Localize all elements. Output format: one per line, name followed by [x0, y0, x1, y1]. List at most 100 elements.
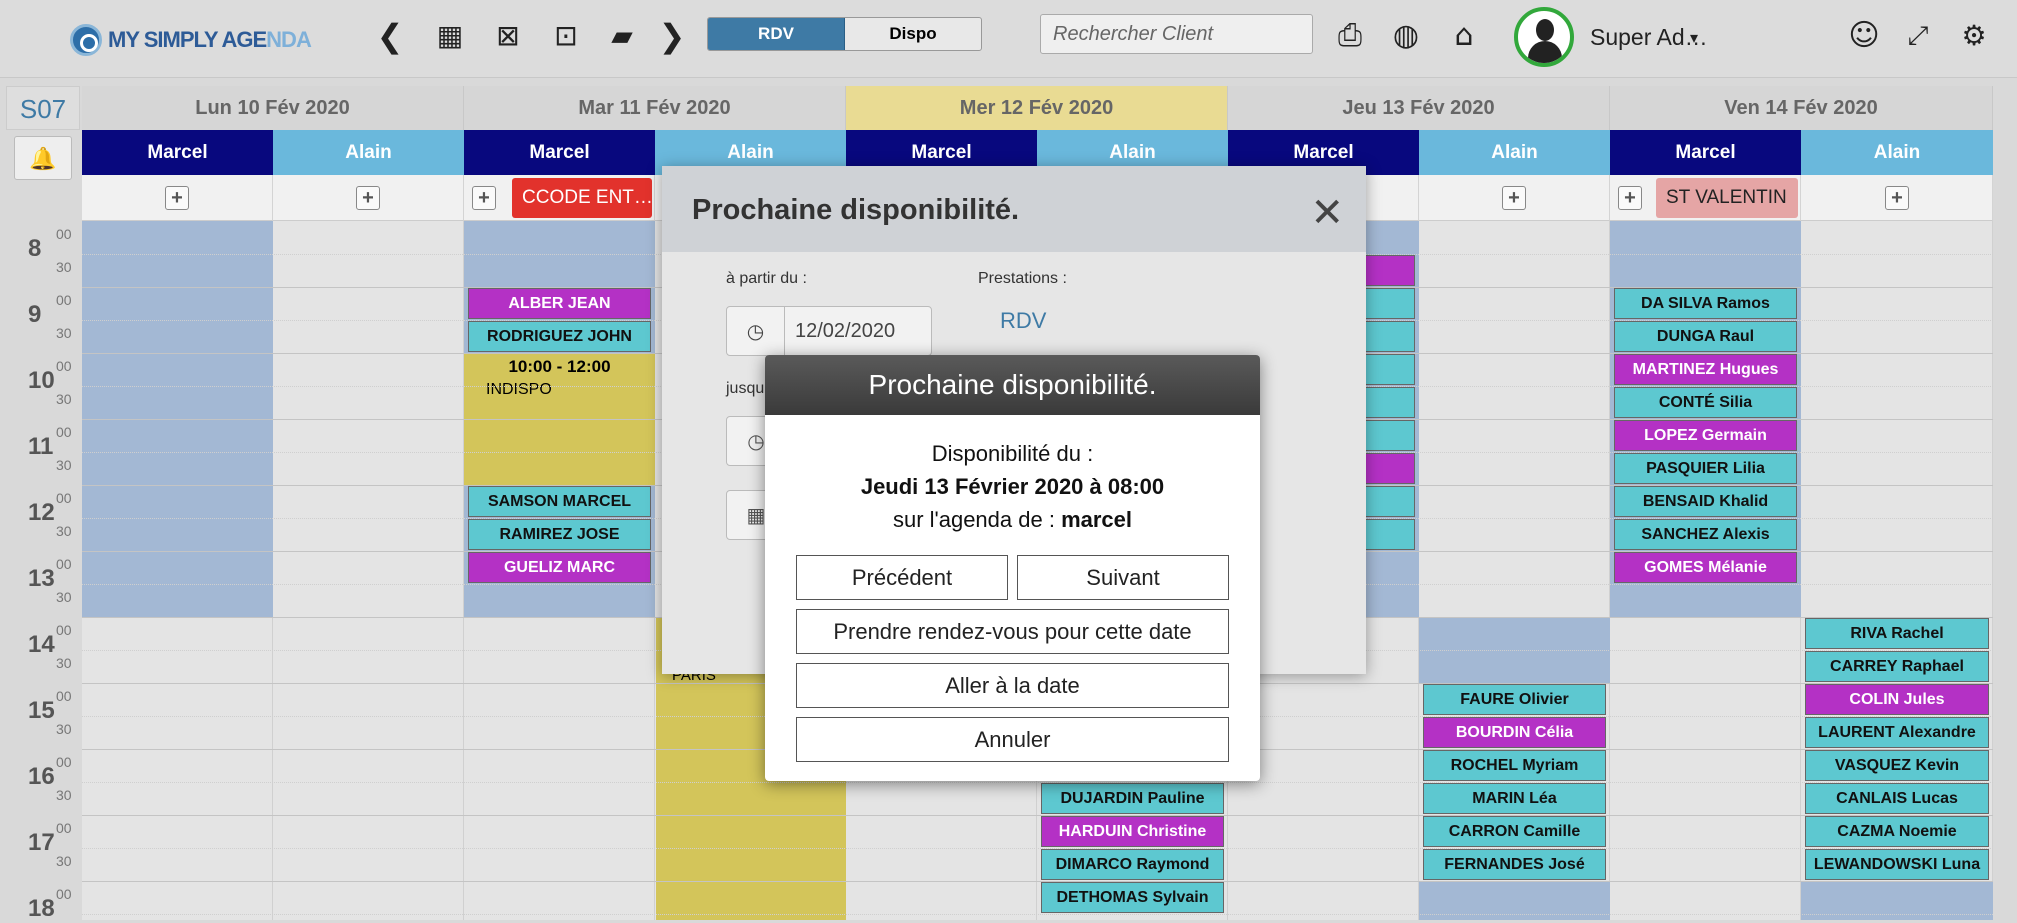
appointment[interactable]: MARIN Léa [1423, 783, 1606, 814]
from-date-field[interactable]: ◷ 12/02/2020 [726, 306, 932, 356]
appointment[interactable]: DUJARDIN Pauline [1041, 783, 1224, 814]
plus-icon[interactable]: + [472, 186, 496, 210]
appointment[interactable]: DUNGA Raul [1614, 321, 1797, 352]
resource-header-alain[interactable]: Alain [273, 130, 464, 175]
go-to-date-button[interactable]: Aller à la date [796, 663, 1229, 708]
minute-label: 00 [56, 622, 72, 638]
globe-icon[interactable]: ◍ [1388, 16, 1424, 56]
toggle-dispo[interactable]: Dispo [845, 18, 981, 50]
event-tag[interactable]: ST VALENTIN [1656, 178, 1798, 218]
resource-header-alain[interactable]: Alain [1801, 130, 1993, 175]
previous-button[interactable]: Précédent [796, 555, 1008, 600]
grid-line [82, 815, 1993, 816]
appointment[interactable]: BENSAID Khalid [1614, 486, 1797, 517]
appointment[interactable]: GUELIZ MARC [468, 552, 651, 583]
appointment[interactable]: DIMARCO Raymond [1041, 849, 1224, 880]
agenda-name: marcel [1061, 507, 1133, 532]
support-icon[interactable]: ☺ [1846, 16, 1882, 56]
cancel-button[interactable]: Annuler [796, 717, 1229, 762]
plus-icon[interactable]: + [165, 186, 189, 210]
unavailable-time: 10:00 - 12:00 [508, 357, 611, 376]
day-header-fri[interactable]: Ven 14 Fév 2020 [1610, 86, 1993, 130]
appointment[interactable]: GOMES Mélanie [1614, 552, 1797, 583]
appointment[interactable]: COLIN Jules [1805, 684, 1989, 715]
appointment[interactable]: PASQUIER Lilia [1614, 453, 1797, 484]
service-value[interactable]: RDV [1000, 308, 1046, 334]
app-logo[interactable]: MY SIMPLY AGENDA [70, 24, 312, 56]
grid-line [82, 881, 1993, 882]
resource-header-marcel[interactable]: Marcel [1610, 130, 1801, 175]
appointment[interactable]: CARREY Raphael [1805, 651, 1989, 682]
bell-icon[interactable]: 🔔 [14, 136, 72, 180]
appointment[interactable]: BOURDIN Célia [1423, 717, 1606, 748]
appointment[interactable]: MARTINEZ Hugues [1614, 354, 1797, 385]
from-date-value: 12/02/2020 [795, 320, 896, 342]
dialog-title: Prochaine disponibilité. [662, 166, 1366, 252]
plus-icon[interactable]: + [1502, 186, 1526, 210]
appointment[interactable]: ROCHEL Myriam [1423, 750, 1606, 781]
appointment[interactable]: LOPEZ Germain [1614, 420, 1797, 451]
close-icon[interactable]: ✕ [1310, 190, 1344, 236]
search-client-input[interactable]: Rechercher Client [1040, 14, 1313, 54]
day-header-thu[interactable]: Jeu 13 Fév 2020 [1228, 86, 1610, 130]
calendar-icon[interactable]: ▦ [432, 16, 468, 56]
appointment[interactable]: RIVA Rachel [1805, 618, 1989, 649]
appointment[interactable]: CANLAIS Lucas [1805, 783, 1989, 814]
logo-text-suffix: NDA [266, 27, 312, 52]
appointment[interactable]: LAURENT Alexandre [1805, 717, 1989, 748]
resource-header-marcel[interactable]: Marcel [82, 130, 273, 175]
toggle-rdv[interactable]: RDV [708, 18, 845, 50]
appointment[interactable]: DETHOMAS Sylvain [1041, 882, 1224, 913]
availability-result-dialog: Prochaine disponibilité. Disponibilité d… [765, 355, 1260, 781]
calendar-play-icon[interactable]: ⊡ [548, 16, 584, 56]
hour-label: 18 [28, 895, 55, 922]
appointment[interactable]: SAMSON MARCEL [468, 486, 651, 517]
resource-header-marcel[interactable]: Marcel [464, 130, 655, 175]
appointment[interactable]: CONTÉ Silia [1614, 387, 1797, 418]
appointment[interactable]: HARDUIN Christine [1041, 816, 1224, 847]
minute-label: 30 [56, 523, 72, 539]
appointment[interactable]: RAMIREZ JOSE [468, 519, 651, 550]
plus-icon[interactable]: + [1885, 186, 1909, 210]
appointment[interactable]: SANCHEZ Alexis [1614, 519, 1797, 550]
appointment[interactable]: ALBER JEAN [468, 288, 651, 319]
chevron-left-icon[interactable]: ❮ [372, 16, 408, 56]
appointment[interactable]: DA SILVA Ramos [1614, 288, 1797, 319]
grid-line [82, 782, 1993, 783]
settings-icon[interactable]: ⚙ [1956, 16, 1992, 56]
appointment[interactable]: FERNANDES José [1423, 849, 1606, 880]
minute-label: 00 [56, 556, 72, 572]
home-icon[interactable]: ⌂ [1446, 16, 1482, 56]
plus-icon[interactable]: + [1618, 186, 1642, 210]
minute-label: 30 [56, 655, 72, 671]
view-toggle: RDV Dispo [707, 17, 982, 51]
minute-label: 00 [56, 424, 72, 440]
book-appointment-button[interactable]: Prendre rendez-vous pour cette date [796, 609, 1229, 654]
appointment[interactable]: CAZMA Noemie [1805, 816, 1989, 847]
logo-text-prefix: MY SIMPLY AGE [108, 27, 267, 52]
minute-label: 30 [56, 589, 72, 605]
minute-label: 00 [56, 754, 72, 770]
event-tag[interactable]: CCODE ENT… [512, 178, 652, 218]
appointment[interactable]: FAURE Olivier [1423, 684, 1606, 715]
day-header-wed[interactable]: Mer 12 Fév 2020 [846, 86, 1228, 130]
calendar-x-icon[interactable]: ⊠ [490, 16, 526, 56]
day-header-tue[interactable]: Mar 11 Fév 2020 [464, 86, 846, 130]
expand-icon[interactable]: ⤢ [1900, 16, 1936, 56]
plus-icon[interactable]: + [356, 186, 380, 210]
printer-icon[interactable]: ⎙ [1332, 16, 1368, 56]
next-button[interactable]: Suivant [1017, 555, 1229, 600]
book-icon[interactable]: ▰ [604, 16, 640, 56]
appointment[interactable]: LEWANDOWSKI Luna [1805, 849, 1989, 880]
agenda-label: sur l'agenda de : [892, 507, 1055, 532]
appointment[interactable]: CARRON Camille [1423, 816, 1606, 847]
avatar[interactable] [1514, 7, 1574, 67]
chevron-right-icon[interactable]: ❯ [654, 16, 690, 56]
resource-header-alain[interactable]: Alain [1419, 130, 1610, 175]
appointment[interactable]: RODRIGUEZ JOHN [468, 321, 651, 352]
services-label: Prestations : [978, 270, 1067, 287]
day-header-mon[interactable]: Lun 10 Fév 2020 [82, 86, 464, 130]
dialog-title: Prochaine disponibilité. [765, 355, 1260, 415]
appointment[interactable]: VASQUEZ Kevin [1805, 750, 1989, 781]
chevron-down-icon[interactable]: ▾ [1690, 28, 1698, 48]
